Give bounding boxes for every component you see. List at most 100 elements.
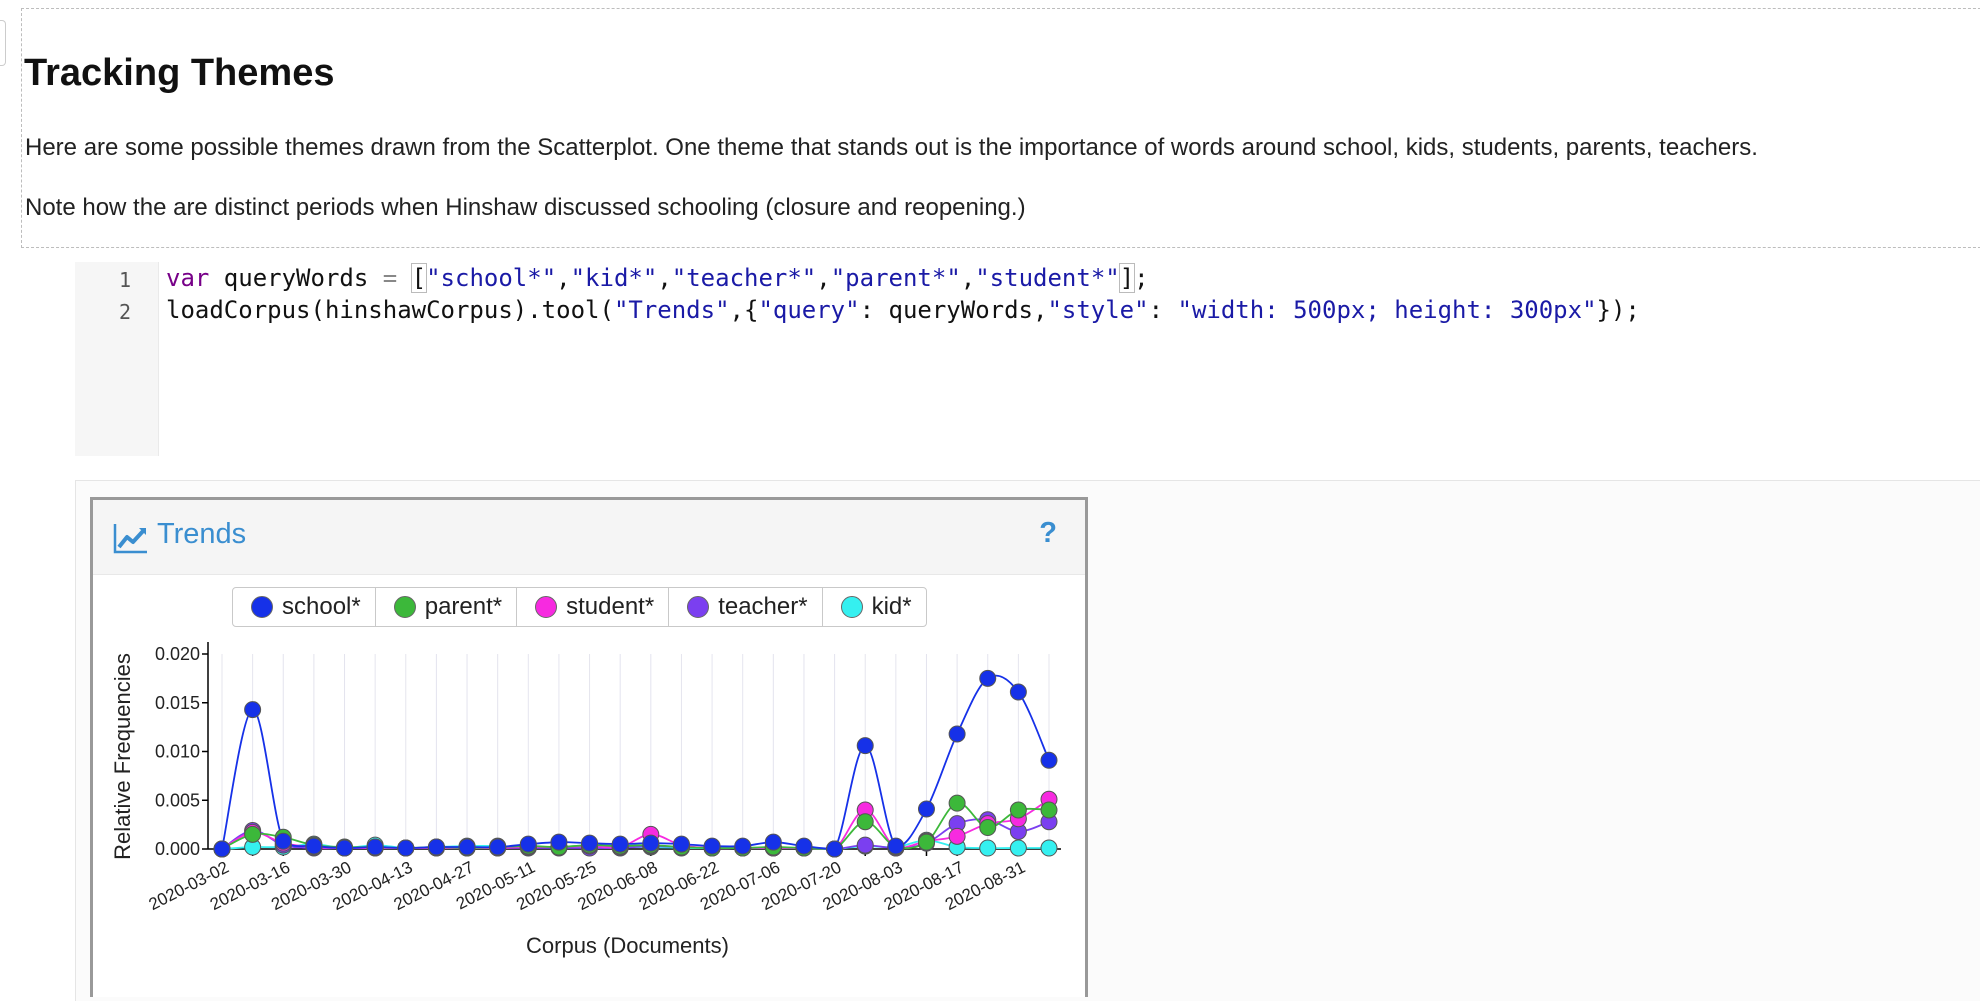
- legend-label: parent*: [424, 593, 503, 620]
- line-number: 2: [118, 300, 131, 324]
- y-tick-label: 0.020: [155, 644, 200, 664]
- data-point-school: [826, 840, 844, 858]
- identifier: queryWords: [209, 264, 383, 292]
- data-point-school: [519, 835, 537, 853]
- data-point-school: [213, 840, 231, 858]
- trend-line-icon: [113, 524, 147, 554]
- data-point-school: [550, 833, 568, 851]
- legend-item-student[interactable]: student*: [517, 588, 670, 626]
- code-line-2[interactable]: loadCorpus(hinshawCorpus).tool("Trends",…: [166, 296, 1640, 324]
- code-cell[interactable]: 1 2 var queryWords = ["school*","kid*","…: [75, 262, 1980, 456]
- legend-label: kid*: [871, 593, 912, 620]
- data-point-school: [1040, 751, 1058, 769]
- comma: ,: [816, 264, 831, 292]
- data-point-school: [856, 737, 874, 755]
- legend-swatch: [687, 596, 710, 618]
- data-point-parent: [1009, 801, 1027, 819]
- comma: ,: [556, 264, 571, 292]
- data-point-parent: [979, 819, 997, 837]
- y-axis-label: Relative Frequencies: [110, 653, 135, 860]
- data-point-school: [274, 832, 292, 850]
- string: "kid*": [570, 264, 658, 292]
- string: "teacher*": [671, 264, 817, 292]
- string: "query": [758, 296, 860, 324]
- legend-label: student*: [566, 593, 655, 620]
- legend-label: school*: [282, 593, 361, 620]
- data-point-school: [734, 837, 752, 855]
- data-point-school: [917, 800, 935, 818]
- comma: ,: [960, 264, 976, 292]
- legend-item-school[interactable]: school*: [233, 588, 376, 626]
- y-tick-label: 0.010: [155, 742, 200, 762]
- data-point-school: [244, 701, 262, 719]
- series-line-school: [221, 674, 1050, 850]
- cell-paragraph-themes: Here are some possible themes drawn from…: [25, 134, 1758, 161]
- string: "student*": [975, 264, 1120, 292]
- data-point-school: [703, 837, 721, 855]
- data-point-school: [642, 834, 660, 852]
- panel-header: Trends ?: [93, 500, 1085, 575]
- punctuation: :: [1148, 296, 1178, 324]
- string: "parent*": [830, 264, 961, 292]
- bracket-open: [: [410, 263, 428, 293]
- line-number-gutter: 1 2: [75, 262, 159, 456]
- data-point-school: [611, 835, 629, 853]
- semicolon: ;: [1134, 264, 1149, 292]
- string: "style": [1047, 296, 1149, 324]
- legend-item-parent[interactable]: parent*: [376, 588, 518, 626]
- data-point-school: [948, 725, 966, 743]
- data-point-teacher: [856, 836, 874, 854]
- data-point-kid: [1040, 839, 1058, 857]
- punctuation: ,{: [729, 296, 759, 324]
- data-point-parent: [856, 813, 874, 831]
- legend-label: teacher*: [718, 593, 808, 620]
- punctuation: });: [1596, 296, 1640, 324]
- legend-swatch: [251, 596, 273, 618]
- call: loadCorpus(hinshawCorpus).tool(: [166, 296, 614, 324]
- data-point-school: [427, 838, 445, 856]
- data-point-school: [672, 835, 690, 853]
- legend-swatch: [840, 596, 863, 618]
- data-point-school: [1009, 683, 1027, 701]
- data-point-school: [336, 839, 354, 857]
- data-point-school: [795, 837, 813, 855]
- chart-legend: school* parent* student* teacher* kid*: [232, 587, 927, 627]
- string: "school*": [426, 264, 557, 292]
- data-point-student: [948, 827, 966, 845]
- data-point-school: [764, 833, 782, 851]
- data-point-school: [581, 834, 599, 852]
- legend-item-teacher[interactable]: teacher*: [669, 588, 823, 626]
- data-point-school: [458, 838, 476, 856]
- punctuation: : queryWords,: [859, 296, 1048, 324]
- string: "Trends": [613, 296, 730, 324]
- cell-collapse-tab[interactable]: [0, 20, 6, 66]
- y-tick-label: 0.000: [155, 839, 200, 859]
- code-line-1[interactable]: var queryWords = ["school*","kid*","teac…: [166, 263, 1149, 293]
- data-point-parent: [917, 833, 935, 851]
- cell-heading: Tracking Themes: [24, 52, 335, 94]
- help-button[interactable]: ?: [1039, 517, 1057, 550]
- comma: ,: [657, 264, 672, 292]
- data-point-school: [489, 838, 507, 856]
- data-point-school: [397, 839, 415, 857]
- data-point-kid: [1009, 839, 1027, 857]
- data-point-school: [366, 838, 384, 856]
- data-point-school: [979, 669, 997, 687]
- data-point-parent: [1040, 801, 1058, 819]
- trends-chart: 0.000 0.005 0.010 0.015 0.020 Relative Freque…: [110, 642, 1061, 958]
- operator: =: [382, 264, 398, 292]
- legend-swatch: [393, 596, 416, 618]
- bracket-close: ]: [1118, 263, 1136, 293]
- string: "width: 500px; height: 300px": [1177, 296, 1597, 324]
- data-point-school: [887, 837, 905, 855]
- panel-title: Trends: [157, 518, 247, 550]
- line-number: 1: [118, 268, 131, 292]
- keyword: var: [166, 264, 210, 292]
- data-point-kid: [979, 839, 997, 857]
- legend-item-kid[interactable]: kid*: [823, 588, 926, 626]
- x-axis-label: Corpus (Documents): [526, 933, 729, 958]
- legend-swatch: [535, 596, 558, 618]
- y-tick-label: 0.015: [155, 693, 200, 713]
- data-point-parent: [244, 825, 262, 843]
